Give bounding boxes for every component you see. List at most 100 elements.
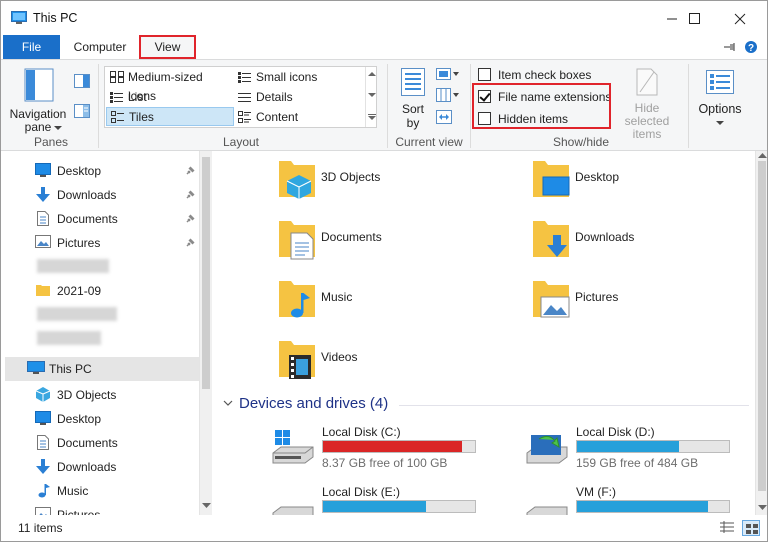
size-columns-icon[interactable]	[436, 110, 452, 127]
nav-item-pictures[interactable]: Pictures	[5, 231, 199, 255]
nav-item-this-pc[interactable]: This PC	[5, 357, 199, 381]
3d-objects-folder-icon	[279, 161, 315, 199]
hide-selected-items-button[interactable]: Hide selected items	[613, 66, 681, 141]
nav-item-music-pc[interactable]: Music	[5, 479, 199, 503]
close-icon	[734, 13, 746, 25]
scroll-down-icon	[758, 505, 767, 510]
content-scrollbar[interactable]	[755, 151, 767, 515]
folder-tile-pictures[interactable]: Pictures	[531, 277, 731, 333]
options-button[interactable]: Options	[694, 66, 746, 132]
3d-objects-icon	[36, 387, 51, 402]
nav-item-3d-objects[interactable]: 3D Objects	[5, 383, 199, 407]
this-pc-icon	[27, 361, 45, 374]
folder-tile-downloads[interactable]: Downloads	[531, 217, 731, 273]
current-view-group-label: Current view	[395, 135, 463, 149]
nav-item-desktop[interactable]: Desktop	[5, 159, 199, 183]
layout-tiles[interactable]: Tiles	[106, 107, 234, 126]
nav-item-downloads[interactable]: Downloads	[5, 183, 199, 207]
layout-details-label: Details	[256, 90, 293, 104]
folder-tile-label: Videos	[321, 350, 358, 364]
nav-item-documents-pc[interactable]: Documents	[5, 431, 199, 455]
tab-computer[interactable]: Computer	[65, 35, 135, 59]
scrollbar-thumb[interactable]	[202, 157, 210, 389]
dropdown-arrow-icon	[716, 121, 724, 125]
gallery-expand-icon	[368, 114, 376, 120]
folder-tile-label: Desktop	[575, 170, 620, 184]
layout-content[interactable]: Content	[234, 108, 362, 127]
title-bar: This PC	[1, 1, 767, 35]
drive-name: VM (F:)	[576, 485, 616, 499]
drive-name: Local Disk (C:)	[322, 425, 401, 439]
item-check-boxes-checkbox[interactable]	[478, 68, 491, 81]
sort-by-label: Sort by	[401, 102, 424, 130]
folder-tile-desktop[interactable]: Desktop	[531, 157, 731, 213]
details-pane-icon[interactable]	[74, 104, 90, 121]
folder-tile-label: Music	[321, 290, 353, 304]
navigation-pane-scrollbar[interactable]	[199, 151, 212, 515]
navigation-pane-button[interactable]: Navigation pane	[7, 66, 69, 134]
scroll-up-icon	[368, 72, 376, 76]
panes-group-label: Panes	[33, 135, 69, 149]
pin-icon[interactable]	[185, 166, 195, 176]
preview-pane-icon[interactable]	[74, 74, 90, 91]
pin-icon[interactable]	[185, 190, 195, 200]
group-by-icon[interactable]	[436, 68, 460, 83]
show-hide-highlight	[472, 83, 611, 129]
content-icon	[238, 111, 251, 123]
drive-free-space: 8.37 GB free of 100 GB	[322, 456, 448, 470]
folder-tile-music[interactable]: Music	[277, 277, 477, 333]
layout-details[interactable]: Details	[234, 88, 362, 107]
layout-medium-icons[interactable]: Medium-sized icons	[106, 68, 234, 103]
folder-tile-3d-objects[interactable]: 3D Objects	[277, 157, 477, 213]
folder-tile-documents[interactable]: Documents	[277, 217, 477, 273]
drive-tile-d[interactable]: Local Disk (D:) 159 GB free of 484 GB	[525, 425, 735, 481]
nav-item-desktop-pc[interactable]: Desktop	[5, 407, 199, 431]
options-label: Options	[698, 102, 742, 116]
folder-tile-label: Pictures	[575, 290, 619, 304]
sort-by-button[interactable]: Sort by	[395, 66, 431, 132]
group-divider	[399, 405, 749, 406]
documents-icon	[37, 211, 49, 226]
layout-list[interactable]: List	[106, 88, 234, 107]
sort-by-icon	[401, 68, 425, 96]
hide-selected-items-label: Hide selected items	[624, 101, 670, 141]
tab-view[interactable]: View	[139, 35, 196, 59]
nav-item-label: Downloads	[57, 460, 117, 474]
maximize-button[interactable]	[673, 7, 717, 31]
ribbon: Navigation pane Panes Medium-sized icons…	[1, 59, 767, 151]
nav-item-downloads-pc[interactable]: Downloads	[5, 455, 199, 479]
tiles-icon	[111, 111, 124, 123]
nav-item-folder-2021-09[interactable]: 2021-09	[5, 279, 199, 303]
pin-ribbon-icon[interactable]	[724, 41, 736, 55]
ribbon-tabs: File Computer View ?	[1, 35, 767, 59]
nav-item-label: Downloads	[57, 188, 117, 202]
nav-item-label: Pictures	[57, 236, 101, 250]
help-icon[interactable]: ?	[744, 40, 758, 57]
downloads-icon	[36, 187, 50, 202]
drive-tile-c[interactable]: Local Disk (C:) 8.37 GB free of 100 GB	[271, 425, 481, 481]
large-icons-view-icon[interactable]	[742, 520, 760, 536]
details-view-icon[interactable]	[720, 521, 734, 536]
scroll-down-icon	[202, 503, 211, 508]
options-icon	[706, 70, 734, 94]
windows-drive-icon	[272, 430, 314, 464]
layout-gallery-scroll[interactable]	[365, 67, 377, 127]
desktop-icon	[35, 163, 51, 177]
nav-item-documents[interactable]: Documents	[5, 207, 199, 231]
group-separator	[387, 64, 388, 148]
close-button[interactable]	[719, 7, 763, 31]
nav-item-label: Music	[57, 484, 89, 498]
tab-file[interactable]: File	[3, 35, 60, 59]
scrollbar-thumb[interactable]	[758, 161, 766, 491]
file-explorer-window: This PC File Computer View ? Navigation …	[0, 0, 768, 542]
music-folder-icon	[279, 281, 315, 318]
layout-small-icons[interactable]: Small icons	[234, 68, 362, 87]
nav-item-label: 2021-09	[57, 284, 102, 298]
folder-icon	[36, 285, 50, 296]
folder-tile-videos[interactable]: Videos	[277, 337, 477, 393]
pin-icon[interactable]	[185, 214, 195, 224]
add-columns-icon[interactable]	[436, 88, 460, 105]
group-header-label: Devices and drives (4)	[239, 395, 389, 412]
nav-item-label: This PC	[49, 362, 92, 376]
pin-icon[interactable]	[185, 238, 195, 248]
